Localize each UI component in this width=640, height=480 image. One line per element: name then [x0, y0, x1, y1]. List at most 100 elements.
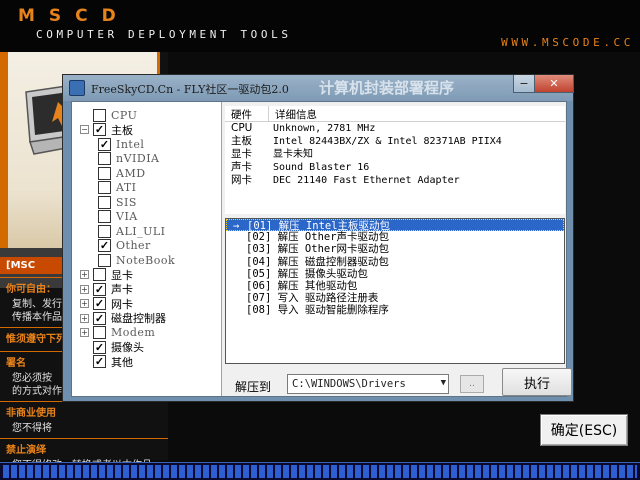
column-header-detail[interactable]: 详细信息	[269, 106, 323, 121]
site-url: WWW.MSCODE.CC	[501, 36, 634, 49]
tree-item-checkbox[interactable]: ✓	[93, 340, 106, 354]
tree-item[interactable]: ✓ Intel	[72, 137, 221, 152]
tree-item[interactable]: SIS	[72, 195, 221, 210]
license-section-heading: 禁止演绎	[6, 445, 46, 456]
tree-item[interactable]: − ✓ 主板	[72, 123, 221, 138]
expand-icon[interactable]: +	[80, 284, 89, 294]
tree-item[interactable]: VIA	[72, 210, 221, 225]
tree-item-label: Modem	[111, 326, 156, 340]
table-row: 声卡 Sound Blaster 16	[225, 161, 565, 174]
hardware-name-cell: 显卡	[231, 148, 252, 160]
tree-item[interactable]: + ✓ 网卡	[72, 297, 221, 312]
tree-item[interactable]: ALI_ULI	[72, 224, 221, 239]
tree-item-checkbox[interactable]: ✓	[98, 239, 111, 253]
list-item-label: [02] 解压 Other声卡驱动包	[246, 231, 390, 244]
list-item[interactable]: [08] 导入 驱动智能删除程序	[226, 304, 564, 316]
list-item[interactable]: [06] 解压 其他驱动包	[226, 280, 564, 292]
extract-path-dropdown[interactable]: C:\WINDOWS\Drivers ▼	[287, 374, 449, 394]
tree-item-checkbox[interactable]	[93, 326, 106, 340]
close-button[interactable]: ✕	[534, 75, 574, 93]
progress-bar	[0, 462, 640, 480]
tree-item[interactable]: ✓ Other	[72, 239, 221, 254]
license-text-line: 您不得将	[12, 423, 52, 434]
tree-item-checkbox[interactable]: ✓	[93, 123, 106, 137]
list-item-label: [04] 解压 磁盘控制器驱动包	[246, 255, 389, 268]
tree-item[interactable]: CPU	[72, 108, 221, 123]
list-item[interactable]: [07] 写入 驱动路径注册表	[226, 292, 564, 304]
tree-item-label: Intel	[116, 137, 145, 151]
list-item[interactable]: [05] 解压 摄像头驱动包	[226, 268, 564, 280]
app-icon	[69, 80, 85, 96]
tree-item-label: NoteBook	[116, 253, 176, 267]
list-item-label: [05] 解压 摄像头驱动包	[246, 267, 368, 280]
progress-bar-fill	[3, 465, 637, 478]
list-item[interactable]: [04] 解压 磁盘控制器驱动包	[226, 256, 564, 268]
tree-item-label: SIS	[116, 195, 137, 209]
expand-icon[interactable]: +	[80, 299, 89, 309]
hardware-name-cell: 网卡	[231, 174, 252, 186]
tree-item-checkbox[interactable]	[93, 268, 106, 282]
confirm-esc-button[interactable]: 确定(ESC)	[540, 414, 628, 446]
hardware-detail-cell: Sound Blaster 16	[273, 162, 370, 173]
table-row: 网卡 DEC 21140 Fast Ethernet Adapter	[225, 174, 565, 187]
column-header-hardware[interactable]: 硬件	[225, 106, 269, 121]
list-item-label: [03] 解压 Other网卡驱动包	[246, 243, 390, 256]
tree-item-label: 磁盘控制器	[111, 312, 166, 326]
tree-item-checkbox[interactable]: ✓	[93, 282, 106, 296]
expand-icon[interactable]: +	[80, 270, 89, 280]
tree-item-checkbox[interactable]	[93, 108, 106, 122]
window-content: CPU − ✓ 主板 ✓ Intel nVIDIA AMD ATI SIS VIA ALI_ULI ✓ O…	[71, 101, 572, 397]
brand-tagline: COMPUTER DEPLOYMENT TOOLS	[36, 28, 292, 41]
hardware-detail-cell: DEC 21140 Fast Ethernet Adapter	[273, 175, 460, 186]
tree-item[interactable]: nVIDIA	[72, 152, 221, 167]
tree-item-checkbox[interactable]: ✓	[93, 355, 106, 369]
tree-item-checkbox[interactable]	[98, 195, 111, 209]
tree-item-checkbox[interactable]	[98, 224, 111, 238]
tree-item[interactable]: NoteBook	[72, 253, 221, 268]
list-item[interactable]: [03] 解压 Other网卡驱动包	[226, 243, 564, 255]
chevron-down-icon[interactable]: ▼	[441, 378, 446, 388]
tree-item-label: 主板	[111, 123, 133, 137]
tree-item[interactable]: + ✓ 磁盘控制器	[72, 311, 221, 326]
tree-item[interactable]: AMD	[72, 166, 221, 181]
hardware-table-header: 硬件 详细信息	[225, 106, 565, 122]
tree-item-label: AMD	[116, 166, 146, 180]
tree-item[interactable]: + Modem	[72, 326, 221, 341]
list-item[interactable]: [02] 解压 Other声卡驱动包	[226, 231, 564, 243]
tree-item-checkbox[interactable]	[98, 253, 111, 267]
tree-item-checkbox[interactable]	[98, 181, 111, 195]
tree-item-checkbox[interactable]: ✓	[98, 137, 111, 151]
expand-icon[interactable]: +	[80, 313, 89, 323]
driver-category-tree: CPU − ✓ 主板 ✓ Intel nVIDIA AMD ATI SIS VIA ALI_ULI ✓ O…	[72, 102, 222, 396]
window-subtitle: 计算机封装部署程序	[319, 79, 455, 97]
tree-item-checkbox[interactable]	[98, 210, 111, 224]
tree-item-label: CPU	[111, 108, 138, 122]
minimize-button[interactable]: −	[513, 75, 535, 93]
tree-item-label: Other	[116, 239, 151, 253]
window-titlebar[interactable]: FreeSkyCD.Cn - FLY社区一驱动包2.0 计算机封装部署程序 − …	[63, 75, 574, 101]
tree-item-label: VIA	[116, 210, 138, 224]
tree-item-checkbox[interactable]	[98, 166, 111, 180]
table-row: CPU Unknown, 2781 MHz	[225, 122, 565, 135]
tree-item-checkbox[interactable]: ✓	[93, 311, 106, 325]
license-divider	[0, 438, 168, 439]
expand-icon[interactable]: +	[80, 328, 89, 338]
tree-item[interactable]: + 显卡	[72, 268, 221, 283]
hardware-rows: CPU Unknown, 2781 MHz 主板 Intel 82443BX/ZX &…	[225, 122, 565, 187]
tree-item[interactable]: ✓ 摄像头	[72, 340, 221, 355]
browse-button[interactable]: ..	[460, 375, 484, 393]
tree-item-checkbox[interactable]: ✓	[93, 297, 106, 311]
hardware-info-table: 硬件 详细信息 CPU Unknown, 2781 MHz 主板 Intel 8244…	[225, 106, 565, 214]
execute-button[interactable]: 执行	[502, 368, 572, 396]
tree-item[interactable]: ✓ 其他	[72, 355, 221, 370]
tree-item-checkbox[interactable]	[98, 152, 111, 166]
promo-accent-strip	[0, 52, 8, 248]
window-title: FreeSkyCD.Cn - FLY社区一驱动包2.0	[91, 83, 289, 96]
collapse-icon[interactable]: −	[80, 125, 89, 135]
hardware-detail-cell: Unknown, 2781 MHz	[273, 123, 376, 134]
extract-to-label: 解压到	[235, 380, 272, 394]
list-item-label: [08] 导入 驱动智能删除程序	[246, 304, 389, 317]
tree-item[interactable]: ATI	[72, 181, 221, 196]
list-item[interactable]: → [01] 解压 Intel主板驱动包	[226, 219, 564, 232]
tree-item[interactable]: + ✓ 声卡	[72, 282, 221, 297]
